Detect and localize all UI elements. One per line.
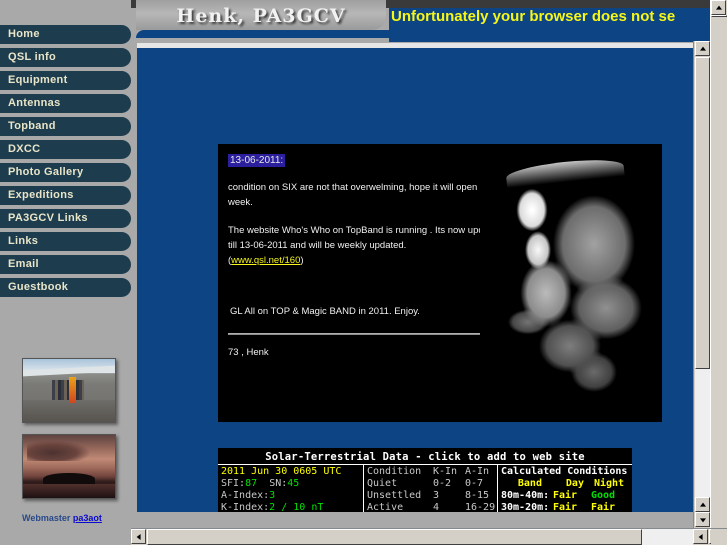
calculated-conditions-header: Band Day Night — [501, 478, 627, 490]
band-row: 80m-40m: Fair Good — [501, 490, 627, 502]
netherlands-relief-map — [480, 144, 662, 422]
condition-header-condition: Condition — [367, 466, 422, 477]
browser-page: Home QSL info Equipment Antennas Topband… — [0, 0, 727, 545]
condition-ain: 16-29 — [465, 502, 496, 512]
solar-sfi-sn-row: SFI:87 SN:45 — [221, 478, 360, 490]
article-date: 13-06-2011: — [228, 154, 286, 167]
condition-name: Unsettled — [367, 490, 422, 501]
sidebar-item-antennas[interactable]: Antennas — [0, 94, 131, 113]
article-paragraph-1: condition on SIX are not that overwelmin… — [228, 182, 495, 208]
solar-k-index-row: K-Index:2 / 10 nT — [221, 502, 360, 512]
solar-sn-label: SN: — [269, 478, 288, 489]
condition-name: Active — [367, 502, 404, 512]
article-divider — [228, 333, 496, 335]
condition-row: Active 4 16-29 — [367, 502, 496, 512]
solar-sfi-label: SFI: — [221, 478, 246, 489]
webmaster-credit: Webmaster pa3aot — [22, 513, 122, 523]
condition-row: Quiet 0-2 0-7 — [367, 478, 494, 490]
content-scroll-left-icon[interactable] — [131, 529, 146, 544]
window-vertical-scrollbar[interactable] — [710, 0, 727, 529]
solar-sn-value: 45 — [287, 478, 300, 489]
night-header: Night — [593, 478, 625, 489]
solar-a-index-row: A-Index:3 — [221, 490, 360, 502]
sidebar: Home QSL info Equipment Antennas Topband… — [0, 0, 131, 545]
band-night: Good — [591, 490, 616, 501]
condition-kin: 3 — [433, 490, 440, 501]
band-name: 80m-40m: — [501, 490, 550, 501]
window-scroll-up-icon[interactable] — [711, 0, 726, 15]
sidebar-item-links[interactable]: Links — [0, 232, 131, 251]
solar-k-index-label: K-Index: — [221, 502, 270, 512]
article-signature: 73 , Henk — [228, 347, 269, 358]
solar-condition-table: Condition K-In A-In Quiet 0-2 0-7 Unsettled 3… — [364, 465, 498, 512]
band-night: Fair — [591, 502, 616, 512]
solar-timestamp: 2011 Jun 30 0605 UTC — [221, 466, 342, 477]
sidebar-item-dxcc[interactable]: DXCC — [0, 140, 131, 159]
solar-banner-title: Solar-Terrestrial Data - click to add to… — [218, 450, 632, 465]
solar-k-index-value: 2 / 10 nT — [269, 502, 324, 512]
scrollbar-corner — [711, 529, 727, 545]
scroll-up-icon[interactable] — [695, 41, 710, 56]
qsl-160-link[interactable]: www.qsl.net/160 — [231, 255, 300, 266]
window-scroll-left-icon[interactable] — [693, 529, 708, 544]
solar-calculated-conditions: Calculated Conditions Band Day Night 80m-4… — [498, 465, 630, 512]
solar-terrestrial-data-banner[interactable]: Solar-Terrestrial Data - click to add to… — [218, 448, 632, 512]
condition-name: Quiet — [367, 478, 398, 489]
browser-notice: Unfortunately your browser does not se — [389, 8, 713, 42]
article-body: condition on SIX are not that overwelmin… — [228, 180, 508, 281]
webmaster-link[interactable]: pa3aot — [73, 513, 102, 523]
link-paren-close: ) — [300, 255, 304, 266]
band-row: 30m-20m: Fair Fair — [501, 502, 627, 512]
band-name: 30m-20m: — [501, 502, 550, 512]
condition-ain: 0-7 — [465, 478, 484, 489]
solar-a-index-value: 3 — [269, 490, 276, 501]
article-paragraph-2-text: The website Who's Who on TopBand is runn… — [228, 225, 503, 251]
condition-ain: 8-15 — [465, 490, 490, 501]
sidebar-item-email[interactable]: Email — [0, 255, 131, 274]
main-content-panel: 13-06-2011: condition on SIX are not tha… — [137, 48, 711, 512]
news-article: 13-06-2011: condition on SIX are not tha… — [218, 144, 662, 422]
sunset-photo[interactable] — [22, 434, 116, 499]
day-header: Day — [565, 478, 584, 489]
window-scroll-thumb[interactable] — [711, 15, 727, 17]
sidebar-item-topband[interactable]: Topband — [0, 117, 131, 136]
sidebar-menu: Home QSL info Equipment Antennas Topband… — [0, 25, 131, 301]
condition-header-ain: A-In — [465, 466, 490, 477]
condition-row: Unsettled 3 8-15 — [367, 490, 494, 502]
solar-sfi-value: 87 — [245, 478, 258, 489]
webmaster-label: Webmaster — [22, 513, 73, 523]
condition-kin: 4 — [433, 502, 440, 512]
sidebar-item-pa3gcv-links[interactable]: PA3GCV Links — [0, 209, 131, 228]
content-hscroll-track[interactable] — [642, 529, 693, 545]
content-hscroll-thumb[interactable] — [147, 529, 642, 545]
page-title: Henk, PA3GCV — [136, 0, 386, 30]
solar-a-index-label: A-Index: — [221, 490, 270, 501]
condition-header-row: Condition K-In A-In — [367, 466, 494, 478]
sidebar-thumbnail-sunset[interactable] — [22, 434, 116, 499]
content-scroll-track[interactable] — [695, 369, 710, 497]
condition-header-kin: K-In — [433, 466, 458, 477]
sidebar-item-guestbook[interactable]: Guestbook — [0, 278, 131, 297]
article-paragraph-2: The website Who's Who on TopBand is runn… — [228, 223, 508, 268]
band-header: Band — [517, 478, 542, 489]
sidebar-item-qsl-info[interactable]: QSL info — [0, 48, 131, 67]
article-greeting: GL All on TOP & Magic BAND in 2011. Enjo… — [230, 306, 420, 317]
sidebar-item-expeditions[interactable]: Expeditions — [0, 186, 131, 205]
solar-left-column: 2011 Jun 30 0605 UTC SFI:87 SN:45 A-Inde… — [218, 465, 364, 512]
calculated-conditions-title: Calculated Conditions — [501, 466, 628, 477]
band-day: Fair — [553, 490, 578, 501]
sidebar-thumbnail-expedition-group[interactable] — [22, 358, 116, 423]
inner-scroll-up-icon[interactable] — [695, 497, 710, 512]
content-scroll-thumb[interactable] — [695, 57, 710, 369]
expedition-group-photo[interactable] — [22, 358, 116, 423]
condition-kin: 0-2 — [433, 478, 452, 489]
inner-scroll-down-icon[interactable] — [695, 512, 710, 527]
sidebar-item-home[interactable]: Home — [0, 25, 131, 44]
band-day: Fair — [553, 502, 578, 512]
window-horizontal-scrollbar[interactable] — [131, 528, 727, 545]
sidebar-item-equipment[interactable]: Equipment — [0, 71, 131, 90]
content-horizontal-scrollbar[interactable] — [131, 529, 693, 545]
sidebar-item-photo-gallery[interactable]: Photo Gallery — [0, 163, 131, 182]
content-vertical-scrollbar[interactable] — [693, 41, 711, 529]
